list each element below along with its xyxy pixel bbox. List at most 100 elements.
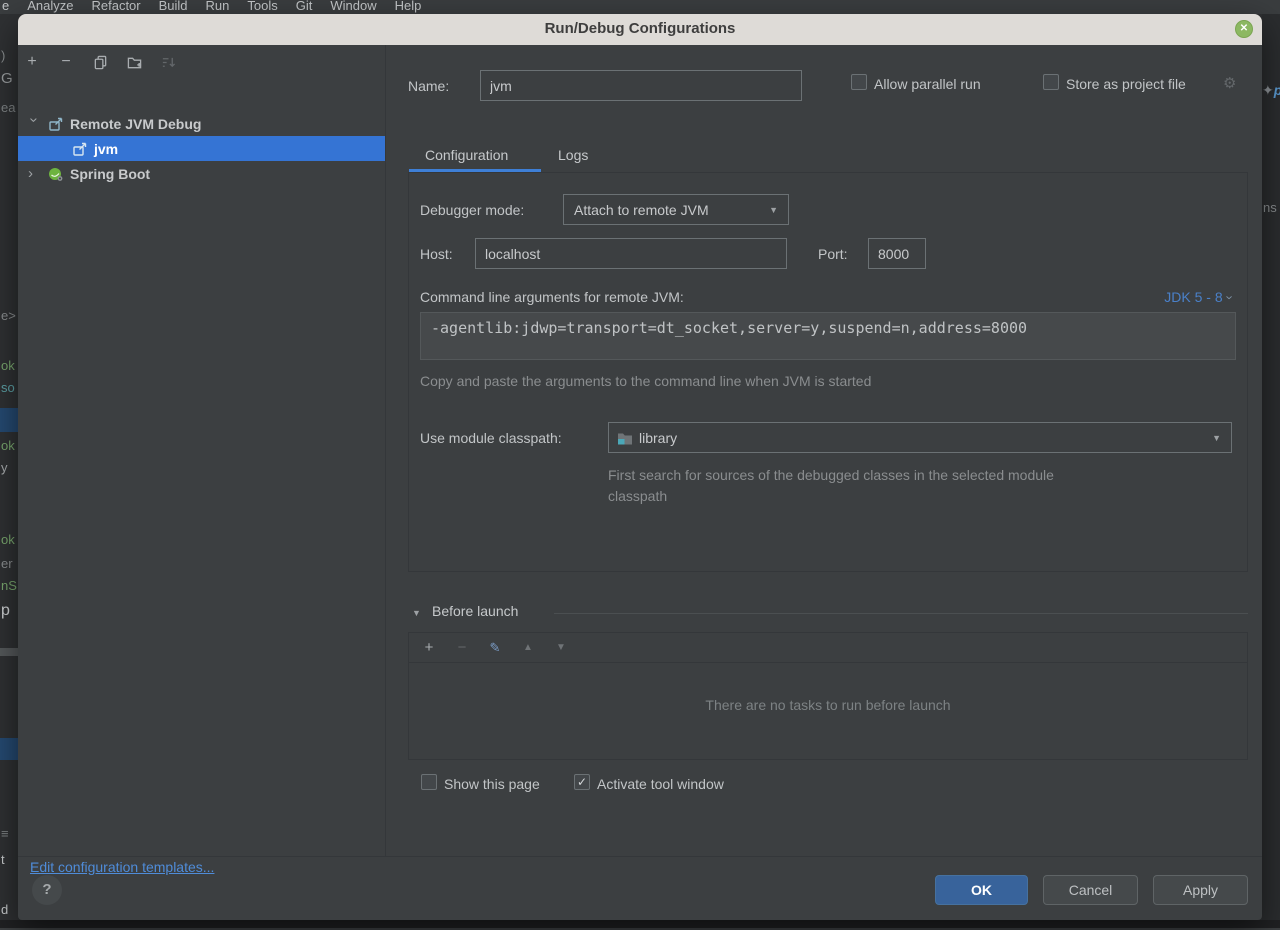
occluded-code-fragment: t [1,852,5,867]
cmdline-arguments-field[interactable]: -agentlib:jdwp=transport=dt_socket,serve… [420,312,1236,360]
ide-menubar: e Analyze Refactor Build Run Tools Git W… [0,0,1280,14]
occluded-code-fragment: nS [1,578,17,593]
tree-toolbar: + − [24,52,176,72]
edit-task-icon[interactable]: ✎ [487,640,503,656]
occluded-editor-strip-right: ✦p ns [1262,14,1280,920]
occluded-row-highlight [0,648,18,656]
occluded-code-fragment: G [1,70,13,87]
check-icon: ✓ [577,775,587,789]
dialog-footer: ? OK Cancel Apply [18,857,1262,920]
host-input[interactable] [475,238,787,269]
store-as-project-file-label: Store as project file [1066,76,1186,92]
debugger-mode-label: Debugger mode: [420,202,524,218]
copy-configuration-icon[interactable] [92,54,108,70]
occluded-code-fragment: ok [1,438,15,453]
tab-logs[interactable]: Logs [558,147,588,163]
port-label: Port: [818,246,848,262]
classpath-label: Use module classpath: [420,430,562,446]
remove-task-icon[interactable]: − [454,640,470,656]
before-launch-rule [554,613,1248,614]
add-configuration-icon[interactable]: + [24,54,40,70]
port-input[interactable] [868,238,926,269]
cmdline-hint: Copy and paste the arguments to the comm… [420,373,871,389]
menu-item-tools[interactable]: Tools [239,0,285,14]
new-folder-icon[interactable] [126,54,142,70]
tree-item-spring-boot[interactable]: › Spring Boot [18,161,385,186]
menu-item-partial[interactable]: e [0,0,17,14]
remote-debug-icon [72,141,88,157]
move-task-down-icon[interactable]: ▼ [553,640,569,656]
jdk-version-selector[interactable]: JDK 5 - 8 › [1164,289,1232,305]
chevron-down-icon[interactable]: › [26,118,43,130]
jdk-version-label: JDK 5 - 8 [1164,289,1222,305]
before-launch-title: Before launch [432,603,518,619]
name-label: Name: [408,78,449,94]
tab-configuration[interactable]: Configuration [425,147,508,163]
occluded-code-fragment: ≡ [1,826,9,841]
tasks-empty-text: There are no tasks to run before launch [409,697,1247,713]
menu-item-run[interactable]: Run [198,0,238,14]
chevron-down-icon: ▼ [769,205,778,215]
occluded-code-fragment: ea [1,100,15,115]
host-label: Host: [420,246,453,262]
store-as-project-file-checkbox[interactable] [1043,74,1059,90]
menu-item-build[interactable]: Build [151,0,196,14]
classpath-value: library [639,430,1212,446]
before-launch-tasks-panel: + − ✎ ▲ ▼ There are no tasks to run befo… [408,632,1248,760]
show-this-page-checkbox[interactable] [421,774,437,790]
menu-item-window[interactable]: Window [322,0,384,14]
classpath-hint: First search for sources of the debugged… [608,465,1088,507]
remove-configuration-icon[interactable]: − [58,54,74,70]
occluded-code-fragment: er [1,556,13,571]
activate-tool-window-label: Activate tool window [597,776,724,792]
occluded-code-fragment: ) [1,48,5,63]
occluded-row-highlight [0,738,18,760]
store-settings-gear-icon[interactable]: ⚙ [1223,74,1236,92]
occluded-code-fragment: ok [1,532,15,547]
allow-parallel-run-checkbox[interactable] [851,74,867,90]
cancel-button[interactable]: Cancel [1043,875,1138,905]
occluded-code-fragment: so [1,380,15,395]
occluded-code-fragment: y [1,460,8,475]
name-input[interactable] [480,70,802,101]
add-task-icon[interactable]: + [421,640,437,656]
occluded-code-fragment: p [1,602,10,620]
ok-button[interactable]: OK [935,875,1028,905]
occluded-statusbar-strip [0,920,1280,930]
screen: e Analyze Refactor Build Run Tools Git W… [0,0,1280,930]
dialog-titlebar[interactable]: Run/Debug Configurations ✕ [18,14,1262,45]
activate-tool-window-checkbox[interactable]: ✓ [574,774,590,790]
sort-configurations-icon[interactable] [160,54,176,70]
occluded-code-fragment: ok [1,358,15,373]
module-classpath-select[interactable]: library ▼ [608,422,1232,453]
configuration-tab-panel [408,172,1248,572]
chevron-right-icon[interactable]: › [28,165,40,182]
before-launch-disclosure-icon[interactable]: ▼ [412,608,421,618]
menu-item-analyze[interactable]: Analyze [19,0,81,14]
module-icon [617,430,633,446]
debugger-mode-select[interactable]: Attach to remote JVM ▼ [563,194,789,225]
tree-item-label: Remote JVM Debug [70,116,201,132]
configuration-form: Name: Allow parallel run Store as projec… [385,45,1262,856]
apply-button[interactable]: Apply [1153,875,1248,905]
tasks-toolbar: + − ✎ ▲ ▼ [409,633,1247,663]
menu-item-refactor[interactable]: Refactor [83,0,148,14]
close-icon[interactable]: ✕ [1235,20,1253,38]
occluded-code-fragment: d [1,902,8,917]
occluded-plugin-icon: ✦p [1262,82,1280,99]
tree-item-label: Spring Boot [70,166,150,182]
allow-parallel-run-label: Allow parallel run [874,76,981,92]
chevron-down-icon: ▼ [1212,433,1221,443]
occluded-code-fragment: ns [1263,200,1277,215]
occluded-row-highlight [0,408,18,432]
help-button[interactable]: ? [32,875,62,905]
tree-item-remote-jvm-debug[interactable]: › Remote JVM Debug [18,111,385,136]
menu-item-help[interactable]: Help [387,0,430,14]
move-task-up-icon[interactable]: ▲ [520,640,536,656]
tree-item-label: jvm [94,141,118,157]
tree-item-jvm-selected[interactable]: jvm [18,136,385,161]
show-this-page-label: Show this page [444,776,540,792]
debugger-mode-value: Attach to remote JVM [564,202,769,218]
menu-item-git[interactable]: Git [288,0,321,14]
spring-boot-icon [48,166,64,182]
